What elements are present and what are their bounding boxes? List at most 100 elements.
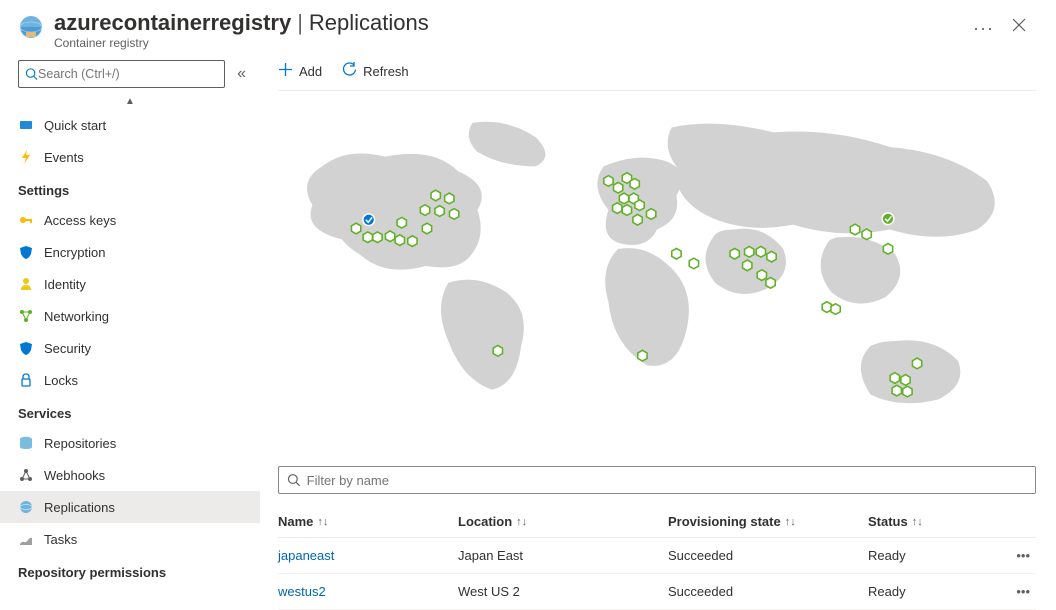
sidebar-item-identity[interactable]: Identity (0, 268, 260, 300)
map-marker-westus2[interactable] (363, 214, 375, 226)
map-region-marker[interactable] (831, 304, 840, 315)
map-region-marker[interactable] (822, 302, 831, 313)
map-region-marker[interactable] (408, 236, 417, 247)
sidebar-item-label: Replications (44, 500, 115, 515)
close-button[interactable] (1002, 10, 1036, 43)
sidebar-item-repositories[interactable]: Repositories (0, 427, 260, 459)
map-region-marker[interactable] (630, 179, 639, 190)
replications-table: Name↑↓ Location↑↓ Provisioning state↑↓ S… (278, 506, 1036, 610)
sidebar-item-label: Repositories (44, 436, 116, 451)
map-region-marker[interactable] (619, 193, 628, 204)
map-region-marker[interactable] (767, 251, 776, 262)
webhook-icon (18, 467, 34, 483)
add-button[interactable]: Add (278, 62, 322, 80)
sidebar-item-encryption[interactable]: Encryption (0, 236, 260, 268)
map-region-marker[interactable] (647, 209, 656, 220)
map-region-marker[interactable] (373, 232, 382, 243)
map-region-marker[interactable] (395, 235, 404, 246)
sidebar-item-webhooks[interactable]: Webhooks (0, 459, 260, 491)
sidebar-item-access-keys[interactable]: Access keys (0, 204, 260, 236)
map-region-marker[interactable] (633, 214, 642, 225)
sidebar-item-quick-start[interactable]: Quick start (0, 109, 260, 141)
map-region-marker[interactable] (901, 375, 910, 386)
network-icon (18, 308, 34, 324)
sort-icon: ↑↓ (516, 516, 527, 528)
sidebar-item-label: Encryption (44, 245, 105, 260)
map-region-marker[interactable] (604, 176, 613, 187)
sidebar-item-label: Networking (44, 309, 109, 324)
refresh-button[interactable]: Refresh (342, 62, 409, 80)
map-region-marker[interactable] (445, 193, 454, 204)
row-actions-button[interactable]: ••• (988, 548, 1036, 563)
map-region-marker[interactable] (892, 385, 901, 396)
map-region-marker[interactable] (912, 358, 921, 369)
map-region-marker[interactable] (890, 373, 899, 384)
row-actions-button[interactable]: ••• (988, 584, 1036, 599)
map-region-marker[interactable] (622, 205, 631, 216)
filter-input[interactable] (278, 466, 1036, 494)
map-region-marker[interactable] (449, 209, 458, 220)
map-region-marker[interactable] (493, 345, 502, 356)
map-region-marker[interactable] (351, 223, 360, 234)
sidebar-item-label: Access keys (44, 213, 116, 228)
replication-link[interactable]: japaneast (278, 548, 334, 563)
map-region-marker[interactable] (420, 205, 429, 216)
sidebar-item-security[interactable]: Security (0, 332, 260, 364)
map-region-marker[interactable] (638, 350, 647, 361)
map-region-marker[interactable] (385, 231, 394, 242)
sidebar-search-input[interactable] (38, 67, 218, 81)
map-region-marker[interactable] (850, 224, 859, 235)
sidebar-item-events[interactable]: Events (0, 141, 260, 173)
column-header-status[interactable]: Status↑↓ (868, 514, 988, 529)
cell-location: Japan East (458, 548, 668, 563)
table-row[interactable]: japaneast Japan East Succeeded Ready ••• (278, 538, 1036, 574)
column-header-name[interactable]: Name↑↓ (278, 514, 458, 529)
map-region-marker[interactable] (756, 246, 765, 257)
sidebar-section-settings: Settings (0, 173, 260, 204)
map-region-marker[interactable] (397, 217, 406, 228)
map-region-marker[interactable] (745, 246, 754, 257)
sidebar-item-locks[interactable]: Locks (0, 364, 260, 396)
search-icon (287, 473, 301, 487)
scroll-up-indicator[interactable]: ▲ (0, 94, 260, 109)
sidebar-item-tasks[interactable]: Tasks (0, 523, 260, 555)
replication-link[interactable]: westus2 (278, 584, 326, 599)
map-region-marker[interactable] (766, 278, 775, 289)
map-region-marker[interactable] (757, 270, 766, 281)
repo-icon (18, 435, 34, 451)
map-region-marker[interactable] (883, 244, 892, 255)
shield2-icon (18, 340, 34, 356)
map-region-marker[interactable] (431, 190, 440, 201)
sidebar: « ▲ Quick start Events Settings Access k… (0, 54, 260, 605)
map-region-marker[interactable] (422, 223, 431, 234)
map-marker-japaneast[interactable] (882, 213, 894, 225)
map-region-marker[interactable] (730, 248, 739, 259)
sidebar-item-replications[interactable]: Replications (0, 491, 260, 523)
map-region-marker[interactable] (689, 258, 698, 269)
sidebar-section-repo-permissions: Repository permissions (0, 555, 260, 586)
map-region-marker[interactable] (635, 200, 644, 211)
collapse-sidebar-button[interactable]: « (233, 61, 250, 87)
column-header-location[interactable]: Location↑↓ (458, 514, 668, 529)
resource-icon (18, 14, 44, 45)
sidebar-item-networking[interactable]: Networking (0, 300, 260, 332)
filter-name-input[interactable] (307, 473, 1027, 488)
cell-location: West US 2 (458, 584, 668, 599)
map-region-marker[interactable] (672, 248, 681, 259)
map-region-marker[interactable] (613, 203, 622, 214)
more-actions-button[interactable]: ··· (965, 10, 1002, 47)
map-region-marker[interactable] (903, 386, 912, 397)
sidebar-item-label: Quick start (44, 118, 106, 133)
replications-map[interactable] (278, 91, 1036, 460)
cell-status: Ready (868, 548, 988, 563)
map-region-marker[interactable] (743, 260, 752, 271)
sidebar-item-label: Identity (44, 277, 86, 292)
map-region-marker[interactable] (614, 182, 623, 193)
sort-icon: ↑↓ (317, 516, 328, 528)
search-icon (25, 67, 38, 81)
sidebar-search[interactable] (18, 60, 225, 88)
map-region-marker[interactable] (862, 229, 871, 240)
column-header-provisioning[interactable]: Provisioning state↑↓ (668, 514, 868, 529)
map-region-marker[interactable] (363, 232, 372, 243)
map-region-marker[interactable] (435, 206, 444, 217)
